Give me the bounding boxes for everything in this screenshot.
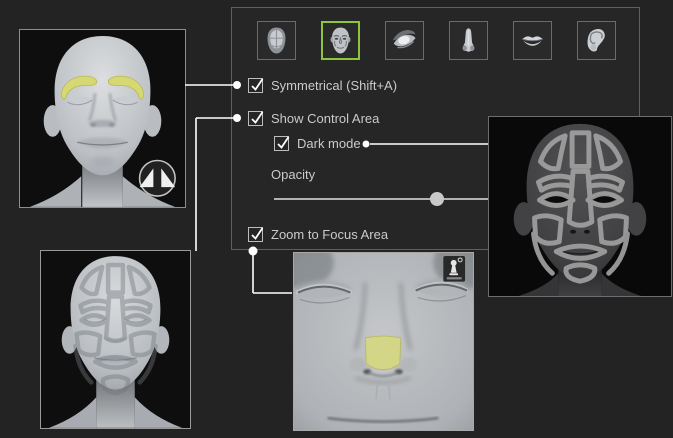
opacity-slider-track[interactable] — [274, 198, 489, 200]
opacity-slider[interactable] — [274, 191, 489, 206]
checkmark-icon — [251, 227, 264, 240]
tab-eye[interactable] — [385, 21, 424, 60]
symmetrical-label: Symmetrical (Shift+A) — [271, 78, 398, 93]
zoom-focus-preview-image — [293, 252, 474, 431]
dark-mode-checkbox[interactable] — [274, 136, 290, 151]
lips-icon — [522, 36, 543, 46]
option-symmetrical: Symmetrical (Shift+A) — [248, 78, 397, 93]
eye-icon — [392, 29, 416, 49]
figure-badge-icon — [443, 255, 466, 282]
option-show-control-area: Show Control Area — [248, 111, 379, 126]
face-icon — [330, 27, 351, 54]
opacity-label: Opacity — [271, 167, 316, 182]
zoom-to-focus-checkbox[interactable] — [248, 227, 264, 242]
tab-nose[interactable] — [449, 21, 488, 60]
tab-lips[interactable] — [513, 21, 552, 60]
dark-mode-preview-image — [488, 116, 672, 297]
tab-face[interactable] — [321, 21, 360, 60]
option-zoom-to-focus: Zoom to Focus Area — [248, 227, 388, 242]
checkmark-icon — [251, 111, 264, 124]
head-icon — [267, 27, 286, 54]
part-tab-row — [257, 21, 616, 60]
tab-ear[interactable] — [577, 21, 616, 60]
checkmark-icon — [251, 78, 264, 91]
symmetrical-preview-image — [19, 29, 186, 208]
option-dark-mode: Dark mode — [274, 136, 361, 151]
show-control-area-checkbox[interactable] — [248, 111, 264, 126]
show-control-area-label: Show Control Area — [271, 111, 380, 126]
checkmark-icon — [277, 136, 290, 149]
opacity-slider-handle[interactable] — [430, 191, 445, 206]
symmetrical-checkbox[interactable] — [248, 78, 264, 93]
mirror-flip-icon — [138, 159, 176, 197]
control-area-light-preview-image — [40, 250, 191, 429]
face-editor-ui: Symmetrical (Shift+A) Show Control Area … — [0, 0, 673, 438]
ear-icon — [587, 29, 605, 52]
nose-focus-highlight — [364, 335, 402, 371]
zoom-to-focus-label: Zoom to Focus Area — [271, 227, 389, 242]
dark-mode-label: Dark mode — [297, 136, 361, 151]
nose-icon — [462, 28, 475, 52]
tab-head[interactable] — [257, 21, 296, 60]
